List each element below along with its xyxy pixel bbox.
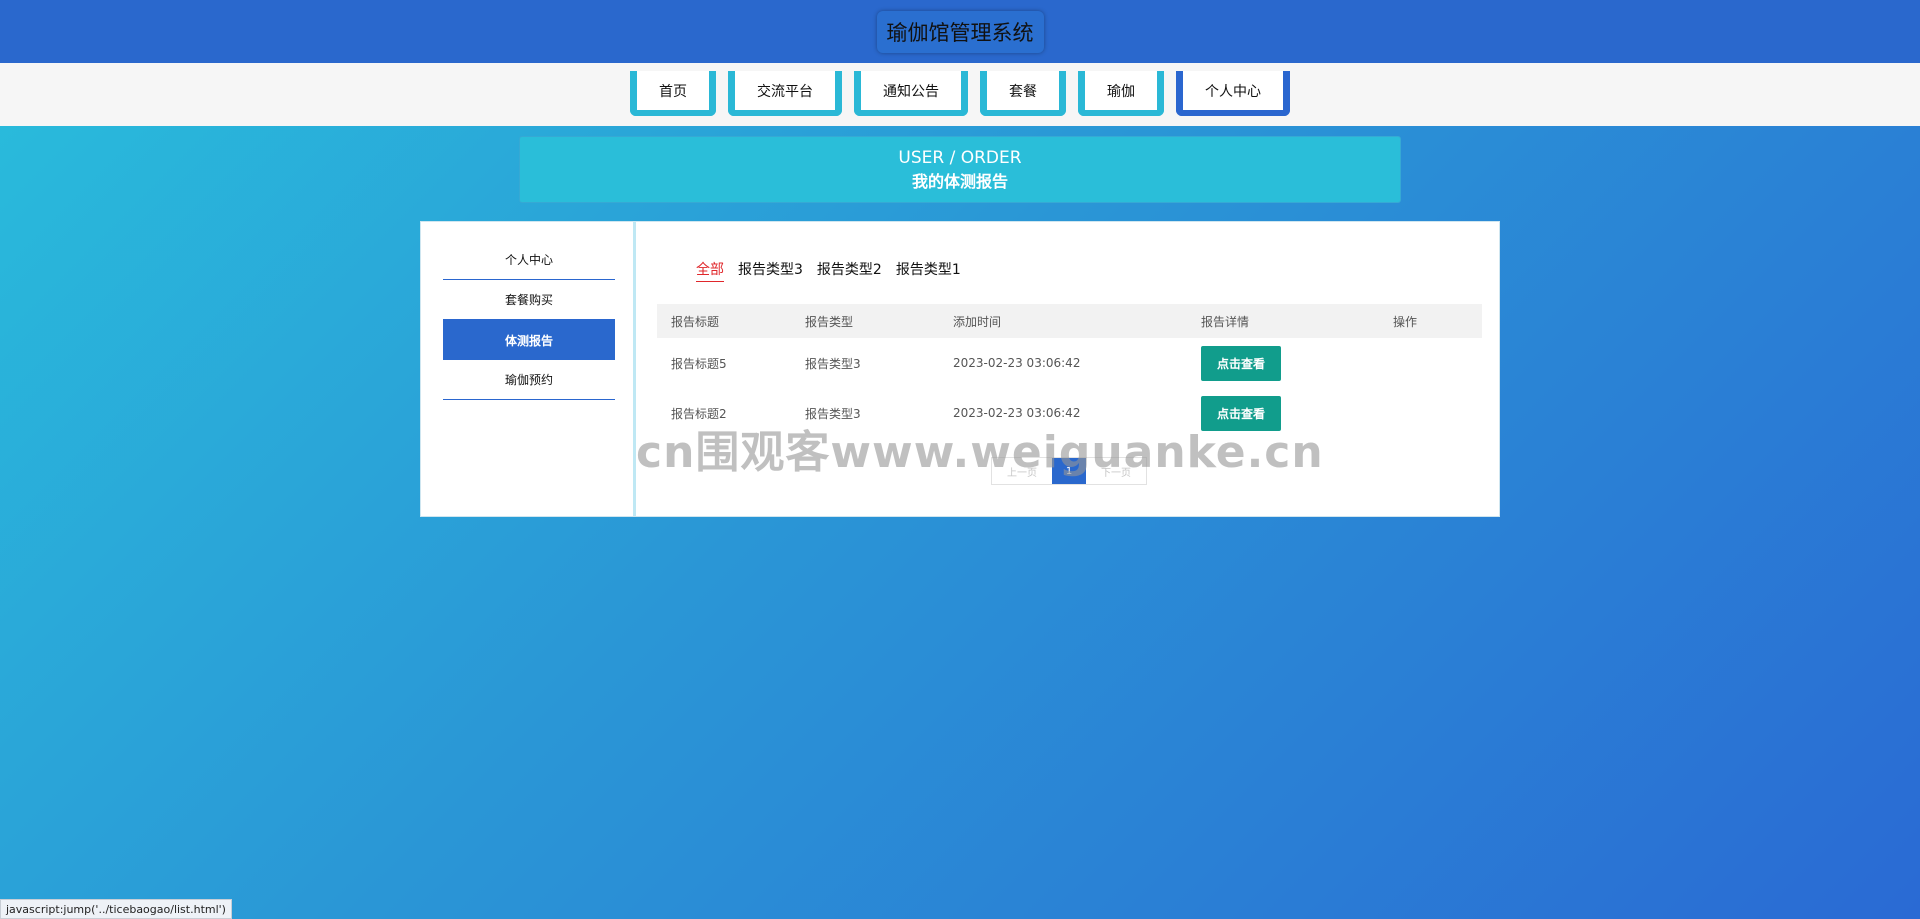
- cell-time: 2023-02-23 03:06:42: [953, 406, 1081, 420]
- sidebar-item-fitness-report[interactable]: 体测报告: [443, 320, 615, 360]
- nav-item-packages[interactable]: 套餐: [980, 71, 1066, 116]
- filter-tab-type3[interactable]: 报告类型3: [738, 259, 803, 282]
- sidebar-item-yoga-booking[interactable]: 瑜伽预约: [443, 360, 615, 400]
- table-row: 报告标题2 报告类型3 2023-02-23 03:06:42 点击查看: [657, 388, 1482, 438]
- sidebar: 个人中心 套餐购买 体测报告 瑜伽预约: [421, 222, 636, 516]
- cell-time: 2023-02-23 03:06:42: [953, 356, 1081, 370]
- cell-type: 报告类型3: [805, 406, 861, 421]
- content-panel: 个人中心 套餐购买 体测报告 瑜伽预约 全部 报告类型3 报告类型2 报告类型1…: [420, 221, 1500, 517]
- cell-detail: 点击查看: [1201, 395, 1393, 431]
- sidebar-item-user-center[interactable]: 个人中心: [443, 240, 615, 280]
- nav-item-forum[interactable]: 交流平台: [728, 71, 842, 116]
- filter-tab-type2[interactable]: 报告类型2: [817, 259, 882, 282]
- page-banner: USER / ORDER 我的体测报告: [519, 136, 1401, 203]
- cell-title: 报告标题2: [671, 406, 727, 421]
- page-number-current[interactable]: 1: [1052, 458, 1086, 484]
- column-header-time: 添加时间: [953, 314, 1002, 329]
- cell-type: 报告类型3: [805, 356, 861, 371]
- table-row: 报告标题5 报告类型3 2023-02-23 03:06:42 点击查看: [657, 338, 1482, 388]
- view-detail-button[interactable]: 点击查看: [1201, 345, 1282, 381]
- filter-tab-type1[interactable]: 报告类型1: [896, 259, 961, 282]
- filter-tab-all[interactable]: 全部: [696, 259, 724, 282]
- report-table: 报告标题 报告类型 添加时间 报告详情 操作 报告标题5 报告类型3 2023-…: [657, 304, 1482, 438]
- main-content: 全部 报告类型3 报告类型2 报告类型1 报告标题 报告类型 添加时间 报告详情…: [657, 222, 1482, 516]
- next-page-button[interactable]: 下一页: [1086, 458, 1146, 484]
- prev-page-button[interactable]: 上一页: [992, 458, 1052, 484]
- column-header-title: 报告标题: [671, 314, 720, 329]
- cell-detail: 点击查看: [1201, 345, 1393, 381]
- filter-tabs: 全部 报告类型3 报告类型2 报告类型1: [696, 259, 975, 282]
- view-detail-button[interactable]: 点击查看: [1201, 395, 1282, 431]
- sidebar-menu: 个人中心 套餐购买 体测报告 瑜伽预约: [443, 240, 615, 400]
- main-nav: 首页 交流平台 通知公告 套餐 瑜伽 个人中心: [0, 63, 1920, 126]
- sidebar-item-package-purchase[interactable]: 套餐购买: [443, 280, 615, 320]
- site-title: 瑜伽馆管理系统: [876, 10, 1044, 53]
- nav-item-user-center[interactable]: 个人中心: [1176, 71, 1290, 116]
- nav-item-home[interactable]: 首页: [630, 71, 716, 116]
- table-header-row: 报告标题 报告类型 添加时间 报告详情 操作: [657, 304, 1482, 338]
- column-header-type: 报告类型: [805, 314, 854, 329]
- cell-title: 报告标题5: [671, 356, 727, 371]
- browser-status-bar: javascript:jump('../ticebaogao/list.html…: [0, 899, 232, 919]
- top-header: 瑜伽馆管理系统: [0, 0, 1920, 63]
- nav-item-notices[interactable]: 通知公告: [854, 71, 968, 116]
- page-title: 我的体测报告: [911, 171, 1008, 191]
- column-header-actions: 操作: [1393, 314, 1418, 329]
- column-header-detail: 报告详情: [1201, 314, 1250, 329]
- banner-subtitle: USER / ORDER: [898, 147, 1022, 168]
- pagination: 上一页 1 下一页: [991, 457, 1147, 485]
- nav-item-yoga[interactable]: 瑜伽: [1078, 71, 1164, 116]
